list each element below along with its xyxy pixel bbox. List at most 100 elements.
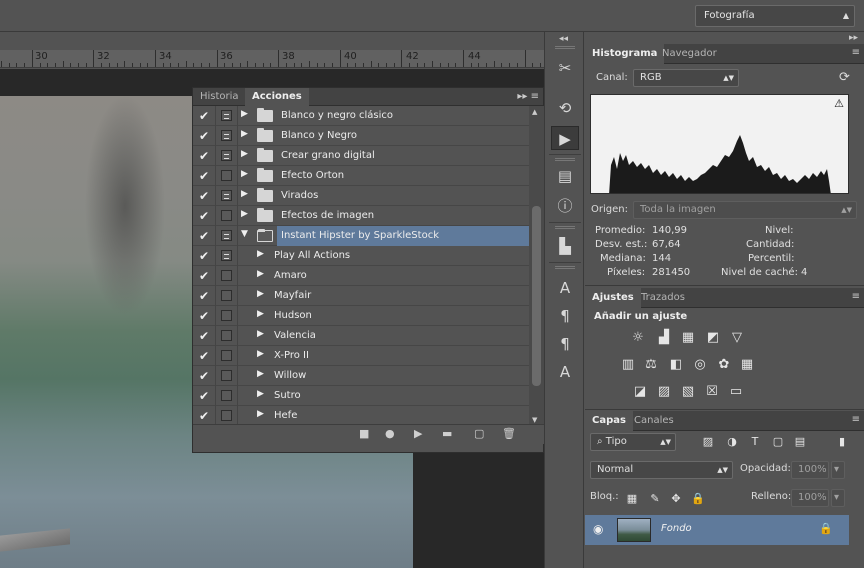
panel-menu-icon[interactable]: ≡ (852, 291, 860, 302)
panel-menu-icon[interactable]: ≡ (852, 414, 860, 425)
action-set-row[interactable]: ✔ ▶ Efecto Orton (193, 166, 529, 186)
actions-scrollbar[interactable]: ▲ ▼ (529, 106, 544, 426)
filter-pixel-icon[interactable]: ▨ (699, 434, 717, 450)
action-row[interactable]: ✔ ▶ Sutro (193, 386, 529, 406)
lock-pixels-icon[interactable]: ✎ (646, 491, 664, 507)
action-row[interactable]: ✔ ▶ Willow (193, 366, 529, 386)
toggle-check-icon[interactable]: ✔ (199, 328, 213, 344)
toggle-check-icon[interactable]: ✔ (199, 388, 213, 404)
selective-color-icon[interactable]: ☒ (703, 384, 721, 400)
dock-grip[interactable] (555, 158, 575, 161)
opacity-dropdown[interactable]: ▾ (831, 461, 845, 479)
tab-trazados[interactable]: Trazados (634, 288, 692, 308)
tab-navegador[interactable]: Navegador (655, 44, 724, 64)
action-set-row[interactable]: ✔ ▶ Blanco y negro clásico (193, 106, 529, 126)
action-row[interactable]: ✔ ▶ Mayfair (193, 286, 529, 306)
dialog-toggle[interactable] (221, 390, 232, 401)
paragraph-icon[interactable]: ¶ (551, 304, 579, 328)
disclosure-closed-icon[interactable]: ▶ (257, 389, 264, 399)
dialog-toggle[interactable] (221, 190, 232, 201)
actions-play-icon[interactable]: ▶ (551, 126, 579, 150)
collapse-panels-icon[interactable]: ▸▸ (849, 33, 858, 43)
action-set-row[interactable]: ✔ ▶ Crear grano digital (193, 146, 529, 166)
filter-smart-object-icon[interactable]: ▤ (791, 434, 809, 450)
disclosure-closed-icon[interactable]: ▶ (241, 189, 248, 199)
action-row[interactable]: ✔ ▶ Valencia (193, 326, 529, 346)
toggle-check-icon[interactable]: ✔ (199, 188, 213, 204)
disclosure-closed-icon[interactable]: ▶ (257, 269, 264, 279)
tab-capas[interactable]: Capas (585, 411, 633, 431)
action-set-row[interactable]: ✔ ▶ Virados (193, 186, 529, 206)
opacity-input[interactable]: 100% (791, 461, 829, 479)
disclosure-closed-icon[interactable]: ▶ (241, 149, 248, 159)
dialog-toggle[interactable] (221, 170, 232, 181)
brightness-icon[interactable]: ☼ (629, 330, 647, 346)
filter-toggle-icon[interactable]: ▮ (833, 434, 851, 450)
tools-preset-icon[interactable]: ✂ (551, 56, 579, 80)
play-icon[interactable]: ▶ (414, 427, 422, 440)
eye-icon[interactable]: ◉ (593, 522, 603, 536)
info-icon[interactable]: ⓘ (551, 194, 579, 218)
lock-all-icon[interactable]: 🔒 (689, 491, 707, 507)
clone-source-icon[interactable]: ▙ (551, 234, 579, 258)
action-row[interactable]: ✔ ▶ Hudson (193, 306, 529, 326)
toggle-check-icon[interactable]: ✔ (199, 348, 213, 364)
toggle-check-icon[interactable]: ✔ (199, 228, 213, 244)
tab-ajustes[interactable]: Ajustes (585, 288, 641, 308)
dock-grip[interactable] (555, 266, 575, 269)
photo-filter-icon[interactable]: ◎ (691, 357, 709, 373)
history-brush-icon[interactable]: ⟲ (551, 96, 579, 120)
collapse-dock-icon[interactable]: ◂◂ (559, 34, 568, 44)
disclosure-closed-icon[interactable]: ▶ (257, 409, 264, 419)
posterize-icon[interactable]: ▨ (655, 384, 673, 400)
refresh-icon[interactable]: ⟳ (839, 70, 850, 85)
dialog-toggle[interactable] (221, 310, 232, 321)
threshold-icon[interactable]: ▧ (679, 384, 697, 400)
tab-canales[interactable]: Canales (627, 411, 681, 431)
dialog-toggle[interactable] (221, 350, 232, 361)
exposure-icon[interactable]: ◩ (704, 330, 722, 346)
color-balance-icon[interactable]: ⚖ (642, 357, 660, 373)
invert-icon[interactable]: ◪ (631, 384, 649, 400)
vibrance-icon[interactable]: ▽ (728, 330, 746, 346)
toggle-check-icon[interactable]: ✔ (199, 208, 213, 224)
disclosure-closed-icon[interactable]: ▶ (241, 129, 248, 139)
filter-shape-icon[interactable]: ▢ (769, 434, 787, 450)
disclosure-open-icon[interactable]: ▼ (241, 229, 248, 239)
action-row[interactable]: ✔ ▶ X-Pro II (193, 346, 529, 366)
disclosure-closed-icon[interactable]: ▶ (257, 289, 264, 299)
toggle-check-icon[interactable]: ✔ (199, 108, 213, 124)
dialog-toggle[interactable] (221, 290, 232, 301)
disclosure-closed-icon[interactable]: ▶ (241, 209, 248, 219)
toggle-check-icon[interactable]: ✔ (199, 308, 213, 324)
blend-mode-select[interactable]: Normal ▲▼ (590, 461, 733, 479)
disclosure-closed-icon[interactable]: ▶ (257, 369, 264, 379)
toggle-check-icon[interactable]: ✔ (199, 168, 213, 184)
toggle-check-icon[interactable]: ✔ (199, 128, 213, 144)
action-row[interactable]: ✔ ▶ Hefe (193, 406, 529, 426)
scroll-thumb[interactable] (532, 206, 541, 386)
color-lookup-icon[interactable]: ▦ (738, 357, 756, 373)
new-action-icon[interactable]: ▢ (474, 427, 484, 440)
stop-icon[interactable]: ■ (359, 427, 369, 440)
action-set-row[interactable]: ✔ ▼ Instant Hipster by SparkleStock (193, 226, 529, 246)
layer-filter-select[interactable]: ⌕ Tipo ▲▼ (590, 433, 676, 451)
panel-menu-icon[interactable]: ▸▸ ≡ (517, 91, 539, 102)
fill-dropdown[interactable]: ▾ (831, 489, 845, 507)
fill-input[interactable]: 100% (791, 489, 829, 507)
paragraph-styles-icon[interactable]: ¶ (551, 332, 579, 356)
dock-grip[interactable] (555, 46, 575, 49)
disclosure-closed-icon[interactable]: ▶ (241, 109, 248, 119)
gradient-map-icon[interactable]: ▭ (727, 384, 745, 400)
lock-position-icon[interactable]: ✥ (667, 491, 685, 507)
channel-mixer-icon[interactable]: ✿ (715, 357, 733, 373)
dialog-toggle[interactable] (221, 210, 232, 221)
toggle-check-icon[interactable]: ✔ (199, 148, 213, 164)
hue-saturation-icon[interactable]: ▥ (619, 357, 637, 373)
curves-icon[interactable]: ▦ (679, 330, 697, 346)
character-icon[interactable]: A (551, 276, 579, 300)
disclosure-closed-icon[interactable]: ▶ (257, 349, 264, 359)
disclosure-closed-icon[interactable]: ▶ (257, 309, 264, 319)
trash-icon[interactable]: 🗑 (502, 427, 516, 440)
scroll-down-icon[interactable]: ▼ (532, 416, 537, 424)
